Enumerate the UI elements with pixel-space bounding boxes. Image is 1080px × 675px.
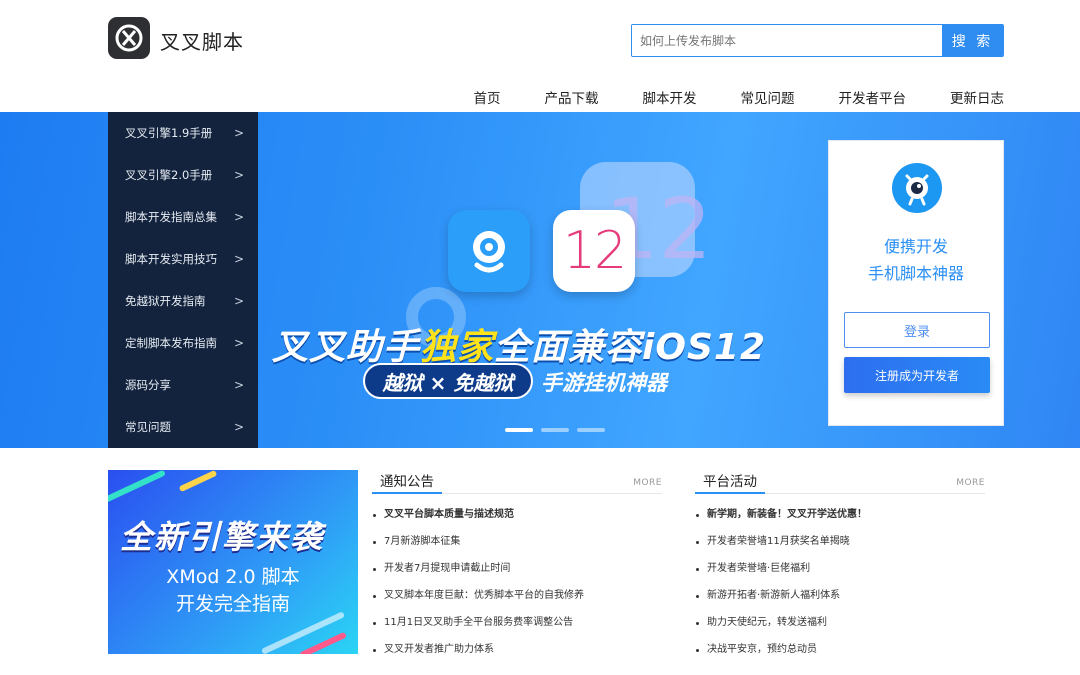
sidebar-item-label: 免越狱开发指南: [125, 294, 206, 308]
carousel-dot-1[interactable]: [505, 428, 533, 432]
nav-changelog[interactable]: 更新日志: [950, 87, 1004, 107]
banner-headline: 叉叉助手独家全面兼容iOS12: [272, 318, 766, 370]
mascot-logo-icon: [892, 163, 942, 213]
headline-highlight: 独家: [420, 327, 495, 368]
list-item[interactable]: 新游开拓者·新游新人福利体系: [695, 587, 985, 614]
chevron-right-icon: >: [233, 210, 244, 224]
nav-faq[interactable]: 常见问题: [741, 87, 795, 107]
chevron-right-icon: >: [233, 420, 244, 434]
carousel-dot-3[interactable]: [577, 428, 605, 432]
sidebar-item-dev-tips[interactable]: 脚本开发实用技巧 >: [108, 238, 258, 280]
headline-part2: 全面兼容iOS12: [494, 327, 767, 368]
notice-header: 通知公告 MORE: [372, 470, 662, 494]
search-box: 搜 索: [631, 24, 1004, 57]
chevron-right-icon: >: [233, 168, 244, 182]
nav-dev-platform[interactable]: 开发者平台: [839, 87, 907, 107]
notice-section: 通知公告 MORE 叉叉平台脚本质量与描述规范 7月新游脚本征集 开发者7月提现…: [372, 470, 662, 668]
notice-list: 叉叉平台脚本质量与描述规范 7月新游脚本征集 开发者7月提现申请截止时间 叉叉脚…: [372, 506, 662, 668]
notice-title: 通知公告: [372, 470, 442, 494]
sidebar-item-label: 定制脚本发布指南: [125, 336, 217, 350]
search-button[interactable]: 搜 索: [942, 25, 1003, 56]
decor-stripe: [260, 611, 346, 654]
banner-subline: 手游挂机神器: [541, 371, 667, 395]
sidebar-item-engine-1-9[interactable]: 叉叉引擎1.9手册 >: [108, 112, 258, 154]
list-item[interactable]: 开发者7月提现申请截止时间: [372, 560, 662, 587]
list-item[interactable]: 叉叉平台脚本质量与描述规范: [372, 506, 662, 533]
chevron-right-icon: >: [233, 378, 244, 392]
sidebar-item-label: 源码分享: [125, 378, 171, 392]
sidebar-item-faq[interactable]: 常见问题 >: [108, 406, 258, 448]
decor-stripe: [108, 470, 166, 505]
sidebar-menu: 叉叉引擎1.9手册 > 叉叉引擎2.0手册 > 脚本开发指南总集 > 脚本开发实用技巧…: [108, 112, 258, 448]
decor-stripe: [299, 631, 347, 654]
nav-script-dev[interactable]: 脚本开发: [643, 87, 697, 107]
chevron-right-icon: >: [233, 294, 244, 308]
list-item[interactable]: 11月1日叉叉助手全平台服务费率调整公告: [372, 614, 662, 641]
nav-download[interactable]: 产品下载: [545, 87, 599, 107]
activity-section: 平台活动 MORE 新学期，新装备！叉叉开学送优惠！ 开发者荣誉墙11月获奖名单…: [695, 470, 985, 668]
camera-app-icon: [448, 210, 530, 292]
list-item[interactable]: 决战平安京，预约总动员: [695, 641, 985, 668]
decor-stripe: [178, 470, 218, 493]
register-developer-button[interactable]: 注册成为开发者: [844, 357, 990, 393]
sidebar-item-source-share[interactable]: 源码分享 >: [108, 364, 258, 406]
developer-card: 便携开发 手机脚本神器 登录 注册成为开发者: [828, 140, 1004, 426]
sidebar-item-custom-publish[interactable]: 定制脚本发布指南 >: [108, 322, 258, 364]
list-item[interactable]: 叉叉开发者推广助力体系: [372, 641, 662, 668]
promo-title: 全新引擎来袭: [120, 518, 325, 556]
promo-subtitle-1: XMod 2.0 脚本: [166, 566, 300, 588]
card-tagline-2: 手机脚本神器: [867, 264, 964, 283]
promo-banner[interactable]: 全新引擎来袭 XMod 2.0 脚本 开发完全指南: [108, 470, 358, 654]
card-tagline-1: 便携开发: [883, 237, 948, 256]
search-input[interactable]: [632, 25, 942, 56]
sidebar-item-nojailbreak[interactable]: 免越狱开发指南 >: [108, 280, 258, 322]
logo-icon[interactable]: [108, 17, 150, 59]
sidebar-item-label: 脚本开发实用技巧: [125, 252, 217, 266]
activity-title: 平台活动: [695, 470, 765, 494]
banner-pill: 越狱 × 免越狱: [363, 363, 533, 399]
nav-home[interactable]: 首页: [474, 87, 501, 107]
login-button[interactable]: 登录: [844, 312, 990, 348]
ios12-app-icon: 12: [553, 210, 635, 292]
sidebar-item-label: 叉叉引擎1.9手册: [125, 126, 213, 140]
sidebar-item-dev-guide[interactable]: 脚本开发指南总集 >: [108, 196, 258, 238]
sidebar-item-engine-2-0[interactable]: 叉叉引擎2.0手册 >: [108, 154, 258, 196]
notice-more-link[interactable]: MORE: [633, 478, 662, 488]
list-item[interactable]: 开发者荣誉墙11月获奖名单揭晓: [695, 533, 985, 560]
chevron-right-icon: >: [233, 252, 244, 266]
headline-part1: 叉叉助手: [272, 327, 421, 368]
sidebar-item-label: 叉叉引擎2.0手册: [125, 168, 213, 182]
carousel-dots: [505, 428, 605, 432]
site-name[interactable]: 叉叉脚本: [160, 26, 244, 55]
activity-more-link[interactable]: MORE: [956, 478, 985, 488]
ios12-number: 12: [562, 221, 627, 281]
sidebar-item-label: 脚本开发指南总集: [125, 210, 217, 224]
carousel-dot-2[interactable]: [541, 428, 569, 432]
chevron-right-icon: >: [233, 336, 244, 350]
list-item[interactable]: 新学期，新装备！叉叉开学送优惠！: [695, 506, 985, 533]
list-item[interactable]: 7月新游脚本征集: [372, 533, 662, 560]
top-nav: 首页 产品下载 脚本开发 常见问题 开发者平台 更新日志: [430, 87, 1005, 107]
list-item[interactable]: 叉叉脚本年度巨献：优秀脚本平台的自我修养: [372, 587, 662, 614]
promo-subtitle-2: 开发完全指南: [175, 593, 290, 615]
list-item[interactable]: 助力天使纪元，转发送福利: [695, 614, 985, 641]
sidebar-item-label: 常见问题: [125, 420, 171, 434]
chevron-right-icon: >: [233, 126, 244, 140]
list-item[interactable]: 开发者荣誉墙·巨佬福利: [695, 560, 985, 587]
activity-list: 新学期，新装备！叉叉开学送优惠！ 开发者荣誉墙11月获奖名单揭晓 开发者荣誉墙·…: [695, 506, 985, 668]
activity-header: 平台活动 MORE: [695, 470, 985, 494]
